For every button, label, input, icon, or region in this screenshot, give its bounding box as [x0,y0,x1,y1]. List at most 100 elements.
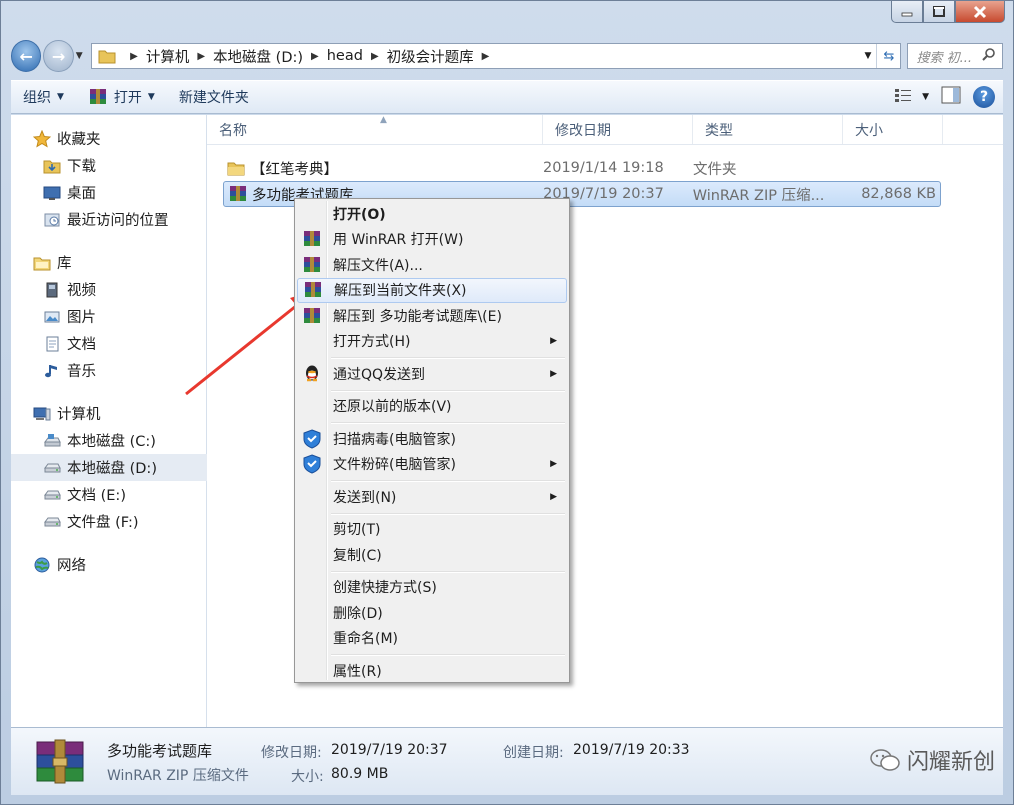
close-button[interactable] [955,1,1005,23]
minimize-button[interactable] [891,1,923,23]
nav-libraries[interactable]: 库 [11,249,206,276]
winrar-icon [298,281,328,299]
menu-scan-virus[interactable]: 扫描病毒(电脑管家) [297,426,567,452]
system-drive-icon [43,432,61,450]
open-button[interactable]: 打开 ▼ [76,81,167,113]
organize-button[interactable]: 组织 ▼ [11,81,76,113]
menu-create-shortcut-label: 创建快捷方式(S) [333,580,437,597]
folder-icon [98,48,116,64]
address-row: ← → ▼ ▶ 计算机 ▶ 本地磁盘 (D:) ▶ head ▶ 初级会计题库 … [11,39,1003,73]
breadcrumb-separator[interactable]: ▶ [482,51,490,62]
view-dropdown-icon[interactable]: ▼ [922,92,929,102]
breadcrumb-current-folder[interactable]: 初级会计题库 [387,46,474,67]
breadcrumb-separator[interactable]: ▶ [371,51,379,62]
menu-send-to[interactable]: 发送到(N) ▶ [297,484,567,510]
menu-separator [297,387,567,394]
help-button[interactable]: ? [973,86,1003,108]
minimize-icon [901,12,913,16]
search-placeholder: 搜索 初... [916,50,973,66]
column-header-name-label: 名称 [219,122,247,139]
column-header-type[interactable]: 类型 [693,115,843,144]
back-button[interactable]: ← [11,40,42,72]
nav-drive-d[interactable]: 本地磁盘 (D:) [11,454,207,481]
forward-button[interactable]: → [43,40,74,72]
details-file-type: WinRAR ZIP 压缩文件 [107,768,249,784]
preview-pane-button[interactable] [941,86,961,108]
menu-copy-label: 复制(C) [333,547,382,564]
nav-music[interactable]: 音乐 [11,357,206,384]
context-menu: 打开(O) 用 WinRAR 打开(W) 解压文件(A)... 解压到当前文件夹… [294,198,570,683]
breadcrumb-separator[interactable]: ▶ [197,51,205,62]
menu-extract-files[interactable]: 解压文件(A)... [297,252,567,278]
menu-send-via-qq[interactable]: 通过QQ发送到 ▶ [297,361,567,387]
column-header-size[interactable]: 大小 [843,115,943,144]
menu-send-to-label: 发送到(N) [333,489,397,506]
menu-copy[interactable]: 复制(C) [297,542,567,568]
shield-icon [297,454,327,474]
nav-drive-f-label: 文件盘 (F:) [67,515,139,531]
nav-computer[interactable]: 计算机 [11,400,206,427]
nav-music-label: 音乐 [67,364,96,380]
nav-downloads[interactable]: 下载 [11,152,206,179]
nav-drive-c[interactable]: 本地磁盘 (C:) [11,427,206,454]
nav-drive-e[interactable]: 文档 (E:) [11,481,206,508]
menu-open-label: 打开(O) [333,206,386,223]
menu-delete-label: 删除(D) [333,605,383,622]
qq-penguin-icon [297,364,327,384]
column-header-date[interactable]: 修改日期 [543,115,693,144]
address-bar[interactable]: ▶ 计算机 ▶ 本地磁盘 (D:) ▶ head ▶ 初级会计题库 ▶ ▼ ⇆ [91,43,902,69]
menu-rename[interactable]: 重命名(M) [297,626,567,652]
menu-open[interactable]: 打开(O) [297,201,567,227]
nav-recent-places[interactable]: 最近访问的位置 [11,206,206,233]
desktop-icon [43,184,61,202]
menu-properties[interactable]: 属性(R) [297,658,567,684]
drive-icon [43,486,61,504]
search-input[interactable]: 搜索 初... [907,43,1003,69]
breadcrumb-drive-d[interactable]: 本地磁盘 (D:) [213,46,303,67]
menu-create-shortcut[interactable]: 创建快捷方式(S) [297,575,567,601]
details-created-label: 创建日期: [503,745,564,761]
refresh-button[interactable]: ⇆ [876,44,900,68]
menu-delete[interactable]: 删除(D) [297,600,567,626]
view-options-button[interactable]: ▼ [894,87,929,107]
nav-recent-places-label: 最近访问的位置 [67,213,169,229]
menu-restore-previous-versions[interactable]: 还原以前的版本(V) [297,394,567,420]
menu-send-via-qq-label: 通过QQ发送到 [333,366,426,383]
column-header-name[interactable]: 名称 [207,115,543,144]
nav-pictures[interactable]: 图片 [11,303,206,330]
file-date: 2019/1/14 19:18 [543,160,664,176]
menu-open-with-winrar[interactable]: 用 WinRAR 打开(W) [297,227,567,253]
nav-favorites[interactable]: 收藏夹 [11,125,206,152]
breadcrumb-separator[interactable]: ▶ [311,51,319,62]
address-history-dropdown[interactable]: ▼ [858,44,876,68]
nav-desktop[interactable]: 桌面 [11,179,206,206]
menu-open-with[interactable]: 打开方式(H) ▶ [297,329,567,355]
menu-shred-file[interactable]: 文件粉碎(电脑管家) ▶ [297,452,567,478]
details-view-icon [894,87,914,107]
libraries-group: 库 视频 图片 文档 音乐 [11,249,206,384]
nav-videos[interactable]: 视频 [11,276,206,303]
file-name: 【红笔考典】 [251,161,338,178]
menu-cut[interactable]: 剪切(T) [297,517,567,543]
nav-network-label: 网络 [57,558,86,574]
file-row[interactable]: 【红笔考典】 2019/1/14 19:18 文件夹 [223,155,941,181]
pictures-icon [43,308,61,326]
breadcrumb-computer[interactable]: 计算机 [146,46,190,67]
watermark: 闪耀新创 [869,744,995,776]
breadcrumb-head[interactable]: head [327,48,363,64]
nav-documents[interactable]: 文档 [11,330,206,357]
nav-network[interactable]: 网络 [11,551,206,578]
nav-drive-f[interactable]: 文件盘 (F:) [11,508,206,535]
details-size-value: 80.9 MB [331,766,389,782]
recent-pages-dropdown[interactable]: ▼ [76,51,87,61]
menu-restore-label: 还原以前的版本(V) [333,399,452,416]
breadcrumb-separator[interactable]: ▶ [130,51,138,62]
nav-drive-d-label: 本地磁盘 (D:) [67,461,157,477]
maximize-button[interactable] [923,1,955,23]
nav-computer-label: 计算机 [57,407,101,423]
menu-extract-to-folder-label: 解压到 多功能考试题库\(E) [333,308,502,325]
menu-extract-to-folder[interactable]: 解压到 多功能考试题库\(E) [297,303,567,329]
open-label: 打开 [113,90,142,106]
menu-extract-here[interactable]: 解压到当前文件夹(X) [297,277,567,303]
new-folder-button[interactable]: 新建文件夹 [167,81,261,113]
